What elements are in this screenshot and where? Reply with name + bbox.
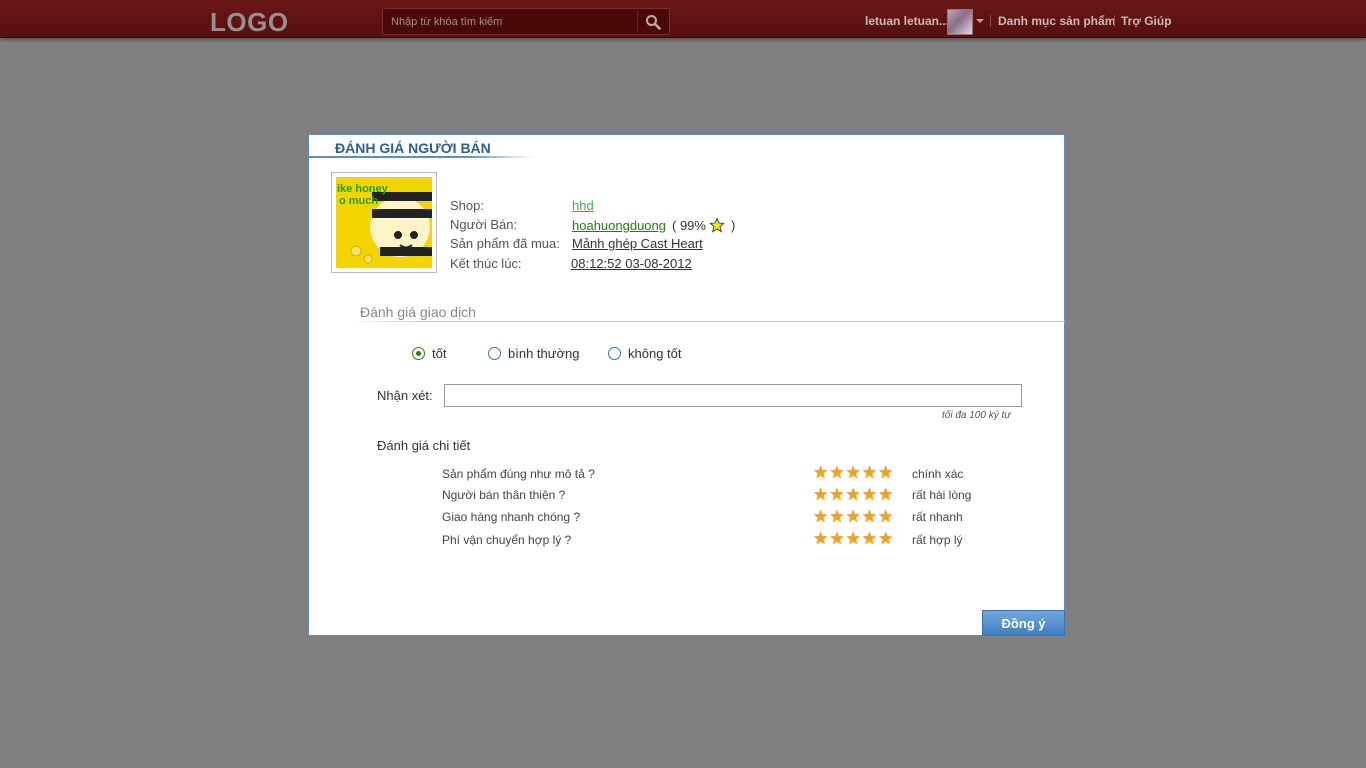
product-label: Sản phẩm đã mua: <box>450 236 560 251</box>
thumbnail-caption: ike honey <box>337 183 388 195</box>
search-box <box>382 8 670 35</box>
seller-rating-dialog: ĐÁNH GIÁ NGƯỜI BÁN ike honey o much Shop… <box>308 134 1065 636</box>
criteria-value: rất nhanh <box>912 510 963 524</box>
star-icon[interactable]: ★ <box>813 508 828 525</box>
ended-info: 08:12:52 03-08-2012 <box>571 256 692 271</box>
thumbnail-caption: o much <box>339 195 379 207</box>
divider <box>990 15 991 27</box>
star-icon[interactable]: ★ <box>878 508 893 525</box>
product-link[interactable]: Mảnh ghép Cast Heart <box>572 236 703 251</box>
divider <box>1114 15 1115 27</box>
star-icon[interactable]: ★ <box>846 464 861 481</box>
star-icon <box>709 217 725 233</box>
criteria-value: rất hài lòng <box>912 488 972 502</box>
radio-label-normal: bình thường <box>508 346 580 361</box>
star-icon[interactable]: ★ <box>846 508 861 525</box>
star-icon[interactable]: ★ <box>829 508 844 525</box>
star-icon[interactable]: ★ <box>862 508 877 525</box>
criteria-label: Phí vận chuyển hợp lý ? <box>442 533 572 547</box>
star-icon[interactable]: ★ <box>862 486 877 503</box>
top-navigation-bar: LOGO letuan letuan... Danh mục sản phẩm … <box>0 0 1366 38</box>
nav-link-categories[interactable]: Danh mục sản phẩm <box>998 14 1115 28</box>
site-logo[interactable]: LOGO <box>210 7 289 38</box>
ended-time[interactable]: 08:12:52 03-08-2012 <box>571 256 692 271</box>
nav-link-help[interactable]: Trợ Giúp <box>1121 14 1172 28</box>
star-icon[interactable]: ★ <box>829 486 844 503</box>
star-icon[interactable]: ★ <box>846 486 861 503</box>
star-icon[interactable]: ★ <box>878 486 893 503</box>
star-icon[interactable]: ★ <box>813 530 828 547</box>
radio-normal[interactable] <box>488 347 501 360</box>
seller-info: hoahuongduong ( 99% ) <box>572 217 735 233</box>
rating-option-normal[interactable]: bình thường <box>488 346 579 361</box>
criteria-label: Sản phẩm đúng như mô tả ? <box>442 467 595 481</box>
radio-label-good: tốt <box>432 346 447 361</box>
product-thumbnail: ike honey o much <box>331 172 437 273</box>
star-icon[interactable]: ★ <box>813 464 828 481</box>
comment-hint: tối đa 100 ký tự <box>942 410 1011 421</box>
criteria-value: rất hợp lý <box>912 533 963 547</box>
star-rating[interactable]: ★ ★ ★ ★ ★ <box>813 464 893 481</box>
star-icon[interactable]: ★ <box>878 530 893 547</box>
comment-input[interactable] <box>444 384 1022 407</box>
section-title-detail: Đánh giá chi tiết <box>377 438 471 453</box>
seller-rating-close: ) <box>730 217 736 233</box>
shop-link[interactable]: hhd <box>572 198 594 213</box>
criteria-label: Giao hàng nhanh chóng ? <box>442 510 581 524</box>
criteria-value: chính xác <box>912 467 964 481</box>
criteria-label: Người bán thân thiện ? <box>442 488 566 502</box>
star-icon[interactable]: ★ <box>829 464 844 481</box>
section-divider <box>349 321 1065 322</box>
seller-rating-percent: ( 99% <box>672 217 706 233</box>
star-icon[interactable]: ★ <box>829 530 844 547</box>
agree-button[interactable]: Đồng ý <box>982 610 1065 636</box>
star-rating[interactable]: ★ ★ ★ ★ ★ <box>813 530 893 547</box>
shop-label: Shop: <box>450 198 484 213</box>
title-underline <box>309 156 534 158</box>
avatar[interactable] <box>947 9 973 35</box>
star-icon[interactable]: ★ <box>813 486 828 503</box>
star-icon[interactable]: ★ <box>862 530 877 547</box>
star-rating[interactable]: ★ ★ ★ ★ ★ <box>813 508 893 525</box>
seller-label: Người Bán: <box>450 217 518 232</box>
ended-label: Kết thúc lúc: <box>450 256 522 271</box>
radio-label-bad: không tốt <box>628 346 682 361</box>
dialog-title: ĐÁNH GIÁ NGƯỜI BÁN <box>335 140 491 156</box>
chevron-down-icon[interactable] <box>976 19 984 23</box>
username-label[interactable]: letuan letuan... <box>865 14 949 28</box>
star-icon[interactable]: ★ <box>846 530 861 547</box>
star-icon[interactable]: ★ <box>878 464 893 481</box>
radio-bad[interactable] <box>608 347 621 360</box>
search-button[interactable] <box>637 11 667 32</box>
radio-good[interactable] <box>412 347 425 360</box>
search-input[interactable] <box>383 9 635 34</box>
search-icon <box>645 14 661 30</box>
section-title-transaction: Đánh giá giao dịch <box>360 304 476 320</box>
rating-option-good[interactable]: tốt <box>412 346 446 361</box>
shop-link-text[interactable]: hhd <box>572 198 594 213</box>
star-icon[interactable]: ★ <box>862 464 877 481</box>
star-rating[interactable]: ★ ★ ★ ★ ★ <box>813 486 893 503</box>
product-image: ike honey o much <box>336 177 432 268</box>
seller-link[interactable]: hoahuongduong <box>572 218 666 233</box>
comment-label: Nhận xét: <box>377 388 433 403</box>
rating-option-bad[interactable]: không tốt <box>608 346 682 361</box>
product-info: Mảnh ghép Cast Heart <box>572 236 703 251</box>
